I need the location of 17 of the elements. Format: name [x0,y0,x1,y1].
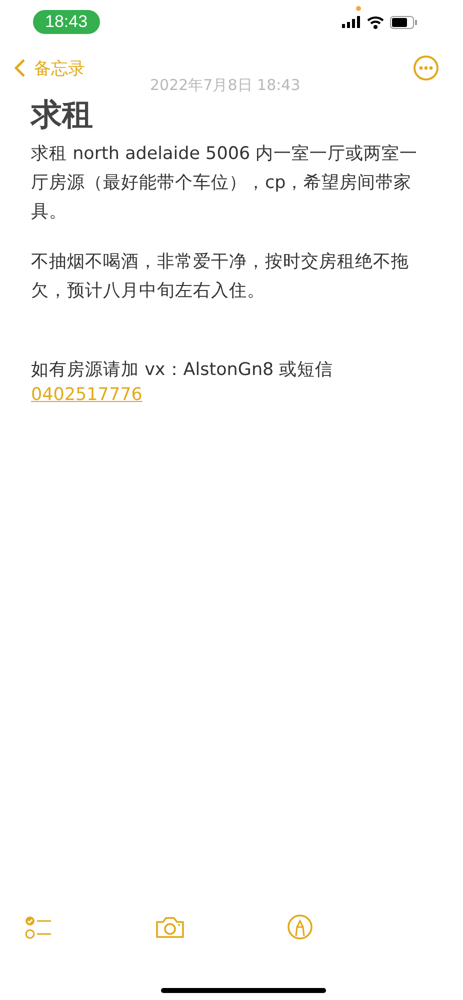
note-date: 2022年7月8日 18:43 [150,76,300,95]
more-icon[interactable] [413,55,439,81]
phone-link[interactable]: 0402517776 [31,385,142,405]
wifi-icon [367,16,384,28]
back-button[interactable]: 备忘录 [14,56,85,80]
signal-icon [342,16,361,28]
note-paragraph: 如有房源请加 vx：AlstonGn8 或短信 [31,359,334,382]
status-time: 18:43 [33,10,100,34]
battery-icon [390,16,417,28]
privacy-indicator-icon [356,6,361,11]
pen-markup-icon[interactable] [287,914,313,940]
note-paragraph: 不抽烟不喝酒，非常爱干净，按时交房租绝不拖欠，预计八月中旬左右入住。 [31,251,410,303]
note-title: 求租 [31,96,94,135]
note-paragraph: 求租 north adelaide 5006 内一室一厅或两室一厅房源（最好能带个车位），cp，希望房间带家具。 [31,143,419,224]
camera-icon[interactable] [154,915,184,939]
back-chevron-icon [14,58,26,78]
checklist-icon[interactable] [24,915,52,939]
